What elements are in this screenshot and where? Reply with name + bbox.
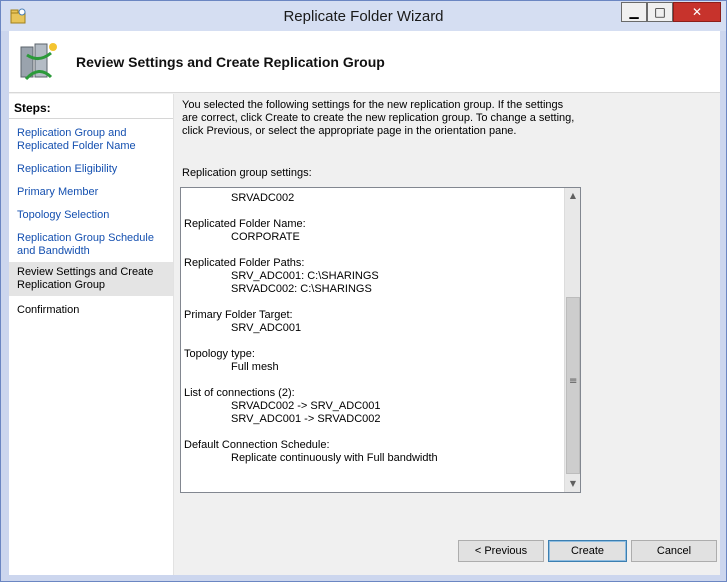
step-review-settings[interactable]: Review Settings and Create Replication G…	[9, 262, 173, 296]
steps-divider	[9, 118, 173, 119]
step-replication-group-name[interactable]: Replication Group and Replicated Folder …	[9, 125, 173, 155]
folder-path: SRVADC002: C:\SHARINGS	[231, 283, 372, 295]
page-title: Review Settings and Create Replication G…	[76, 54, 385, 70]
instructions-text: You selected the following settings for …	[182, 99, 575, 137]
primary-target-heading: Primary Folder Target:	[184, 309, 293, 321]
primary-target-value: SRV_ADC001	[231, 322, 302, 334]
connection-entry: SRV_ADC001 -> SRVADC002	[231, 413, 381, 425]
vertical-scrollbar[interactable]: ▲ ≡ ▼	[564, 188, 580, 492]
scroll-down-arrow-icon[interactable]: ▼	[565, 476, 580, 492]
step-confirmation: Confirmation	[17, 304, 80, 316]
replication-servers-icon	[20, 43, 57, 81]
schedule-value: Replicate continuously with Full bandwid…	[231, 452, 438, 464]
settings-textbox[interactable]: SRVADC002 Replicated Folder Name: CORPOR…	[180, 187, 581, 493]
schedule-heading: Default Connection Schedule:	[184, 439, 330, 451]
cancel-button[interactable]: Cancel	[631, 540, 717, 562]
wizard-body: Review Settings and Create Replication G…	[9, 31, 720, 575]
settings-content: SRVADC002 Replicated Folder Name: CORPOR…	[184, 192, 564, 465]
step-topology-selection[interactable]: Topology Selection	[9, 207, 173, 224]
title-bar[interactable]: Replicate Folder Wizard ▁ □ ✕	[1, 1, 726, 31]
previous-button[interactable]: < Previous	[458, 540, 544, 562]
connections-heading: List of connections (2):	[184, 387, 295, 399]
folder-name-value: CORPORATE	[231, 231, 300, 243]
minimize-button[interactable]: ▁	[621, 2, 647, 22]
topology-value: Full mesh	[231, 361, 279, 373]
folder-name-heading: Replicated Folder Name:	[184, 218, 306, 230]
topology-heading: Topology type:	[184, 348, 255, 360]
wizard-header: Review Settings and Create Replication G…	[9, 31, 720, 93]
scroll-thumb[interactable]: ≡	[566, 297, 580, 474]
connection-entry: SRVADC002 -> SRV_ADC001	[231, 400, 381, 412]
settings-label: Replication group settings:	[182, 167, 312, 179]
settings-top-value: SRVADC002	[231, 192, 295, 204]
step-schedule-bandwidth[interactable]: Replication Group Schedule and Bandwidth	[9, 230, 173, 260]
step-primary-member[interactable]: Primary Member	[9, 184, 173, 201]
steps-pane: Steps: Replication Group and Replicated …	[9, 94, 174, 575]
folder-path: SRV_ADC001: C:\SHARINGS	[231, 270, 379, 282]
scroll-up-arrow-icon[interactable]: ▲	[565, 188, 580, 204]
maximize-button[interactable]: □	[647, 2, 673, 22]
close-button[interactable]: ✕	[673, 2, 721, 22]
step-replication-eligibility[interactable]: Replication Eligibility	[9, 161, 173, 178]
create-button[interactable]: Create	[548, 540, 627, 562]
wizard-window: Replicate Folder Wizard ▁ □ ✕ Review Set…	[0, 0, 727, 582]
window-title: Replicate Folder Wizard	[283, 8, 444, 25]
folder-paths-heading: Replicated Folder Paths:	[184, 257, 305, 269]
steps-heading: Steps:	[14, 101, 51, 115]
grip-icon: ≡	[569, 376, 578, 387]
